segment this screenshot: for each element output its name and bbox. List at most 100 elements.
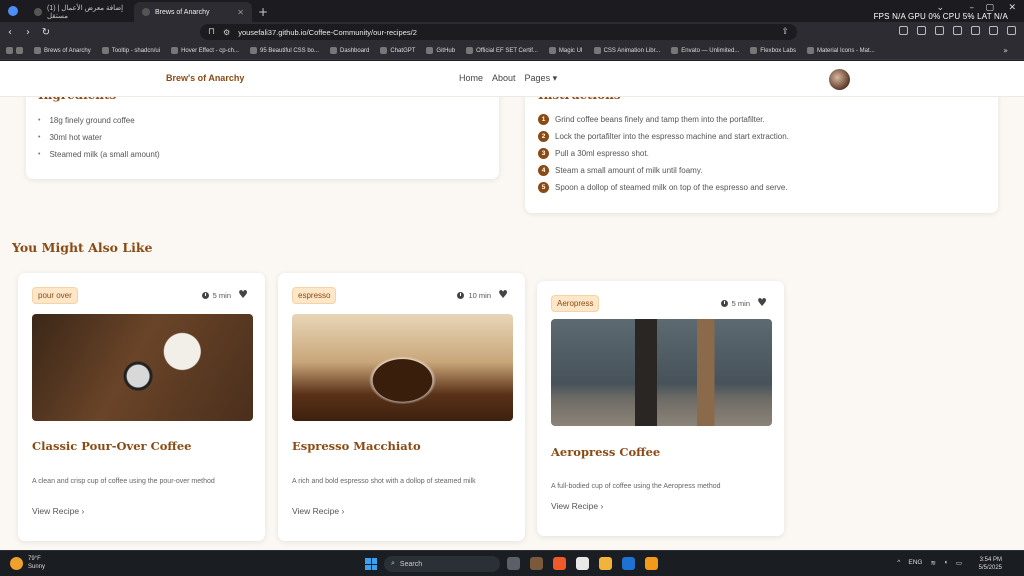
tab-mostaql[interactable]: (1) إضافة معرض الأعمال | مستقل (26, 2, 134, 22)
tab-label: (1) إضافة معرض الأعمال | مستقل (47, 5, 124, 20)
site-brand[interactable]: Brew's of Anarchy (166, 73, 244, 83)
site-info-icon[interactable]: ⚙ (223, 28, 230, 37)
sidebar-icon[interactable] (971, 26, 980, 35)
chevron-up-icon[interactable]: ^ (897, 559, 900, 567)
task-view-icon[interactable] (507, 557, 520, 570)
list-item: 1 Grind coffee beans finely and tamp them… (538, 111, 789, 128)
time-label: 5 min (731, 299, 750, 308)
bookmark-label: Dashboard (340, 47, 370, 54)
battery-icon[interactable]: ▭ (956, 559, 962, 567)
recipe-card[interactable]: espresso 10 min ♥ Espresso Macchiato A r… (278, 273, 525, 541)
wifi-icon[interactable]: ≋ (930, 559, 935, 567)
file-explorer-icon[interactable] (599, 557, 612, 570)
apps-grid-icon[interactable] (6, 47, 23, 54)
wallet-icon[interactable] (989, 26, 998, 35)
bookmark-label: CSS Animation Libr... (603, 47, 661, 54)
app-icon[interactable] (530, 557, 543, 570)
clock-icon (720, 300, 728, 307)
bookmark-item[interactable]: Magic UI (548, 47, 583, 54)
url-text[interactable]: yousefali37.github.io/Coffee-Community/o… (238, 28, 417, 37)
card-title[interactable]: Aeropress Coffee (551, 445, 660, 459)
extensions-bar (899, 26, 1016, 35)
recipe-image (551, 319, 772, 426)
view-recipe-link[interactable]: View Recipe › (292, 506, 344, 516)
clock-icon (457, 292, 465, 299)
reload-icon[interactable]: ↻ (38, 27, 54, 38)
prep-time: 10 min (457, 291, 491, 300)
language-indicator[interactable]: ENG (908, 559, 922, 567)
site-nav: Home About Pages ▾ (459, 73, 557, 84)
bookmark-item[interactable]: Material Icons - Mat... (806, 47, 875, 54)
bookmark-item[interactable]: Brews of Anarchy (34, 47, 91, 54)
card-title[interactable]: Classic Pour-Over Coffee (32, 439, 191, 453)
step-number: 2 (538, 131, 549, 142)
bookmark-favicon-icon (101, 47, 109, 54)
heart-icon[interactable]: ♥ (238, 288, 248, 301)
vlc-icon[interactable] (645, 557, 658, 570)
outlook-icon[interactable] (622, 557, 635, 570)
menu-icon[interactable] (1007, 26, 1016, 35)
weather-condition: Sunny (28, 564, 46, 570)
bookmark-favicon-icon (593, 47, 601, 54)
nav-about[interactable]: About (492, 73, 516, 84)
bookmark-item[interactable]: GitHub (426, 47, 455, 54)
list-item: 4 Steam a small amount of milk until foam… (538, 162, 789, 179)
bookmark-item[interactable]: Hover Effect - cp-ch... (171, 47, 239, 54)
close-window-icon[interactable]: ✕ (1008, 3, 1016, 13)
windows-start-icon[interactable] (365, 558, 377, 570)
taskbar-clock[interactable]: 3:54 PM 5/5/2025 (979, 556, 1002, 572)
extension-icon[interactable] (953, 26, 962, 35)
step-text: Pull a 30ml espresso shot. (555, 149, 649, 158)
bookmark-favicon-icon (806, 47, 814, 54)
view-recipe-link[interactable]: View Recipe › (551, 501, 603, 511)
recipe-image (292, 314, 513, 421)
new-tab-button[interactable]: + (258, 5, 268, 19)
address-bar[interactable]: ⊓ ⚙ yousefali37.github.io/Coffee-Communi… (200, 24, 797, 40)
share-icon[interactable]: ⇪ (781, 27, 789, 37)
close-tab-icon[interactable]: ✕ (237, 8, 244, 17)
tab-brews-of-anarchy[interactable]: Brews of Anarchy ✕ (134, 2, 252, 22)
store-icon[interactable] (576, 557, 589, 570)
bookmark-item[interactable]: Envato — Unlimited... (671, 47, 739, 54)
nav-home[interactable]: Home (459, 73, 483, 84)
brave-browser-icon[interactable] (553, 557, 566, 570)
extension-icon[interactable] (935, 26, 944, 35)
bookmark-item[interactable]: Flexbox Labs (750, 47, 796, 54)
bookmark-item[interactable]: CSS Animation Libr... (593, 47, 661, 54)
forward-icon[interactable]: › (20, 27, 36, 38)
heart-icon[interactable]: ♥ (757, 296, 767, 309)
recipe-card[interactable]: pour over 5 min ♥ Classic Pour-Over Coff… (18, 273, 265, 541)
search-label: Search (399, 560, 423, 568)
volume-icon[interactable]: ◖ (944, 559, 948, 567)
taskbar-search[interactable]: ⌕ Search (384, 556, 500, 572)
bookmark-item[interactable]: Tooltip - shadcn/ui (101, 47, 160, 54)
view-recipe-link[interactable]: View Recipe › (32, 506, 84, 516)
nav-pages-dropdown[interactable]: Pages ▾ (525, 73, 558, 84)
clock-time: 3:54 PM (979, 557, 1002, 563)
extension-icon[interactable] (917, 26, 926, 35)
step-text: Grind coffee beans finely and tamp them … (555, 115, 765, 124)
step-number: 3 (538, 148, 549, 159)
bookmarks-bar: Brews of Anarchy Tooltip - shadcn/ui Hov… (0, 42, 1024, 60)
more-bookmarks-icon[interactable]: » (1003, 46, 1008, 55)
bookmark-icon[interactable]: ⊓ (208, 27, 215, 37)
weather-widget[interactable]: 79°F Sunny (10, 555, 45, 571)
step-text: Steam a small amount of milk until foamy… (555, 166, 703, 175)
bookmark-item[interactable]: Official EF SET Certif... (466, 47, 538, 54)
ingredients-list: 18g finely ground coffee 30ml hot water … (38, 112, 160, 163)
heart-icon[interactable]: ♥ (498, 288, 508, 301)
list-item: 30ml hot water (38, 129, 160, 146)
card-title[interactable]: Espresso Macchiato (292, 439, 421, 453)
bookmark-item[interactable]: ChatGPT (380, 47, 415, 54)
list-item: 18g finely ground coffee (38, 112, 160, 129)
recipe-card[interactable]: Aeropress 5 min ♥ Aeropress Coffee A ful… (537, 281, 784, 536)
related-section-title: You Might Also Like (12, 240, 153, 255)
bookmark-item[interactable]: 95 Beautiful CSS bo... (249, 47, 319, 54)
category-badge: espresso (292, 287, 337, 304)
avatar[interactable] (829, 69, 850, 90)
bookmark-item[interactable]: Dashboard (330, 47, 369, 54)
list-item: Steamed milk (a small amount) (38, 146, 159, 163)
back-icon[interactable]: ‹ (2, 27, 18, 38)
prep-time: 5 min (201, 291, 231, 300)
brave-shield-icon[interactable] (899, 26, 908, 35)
